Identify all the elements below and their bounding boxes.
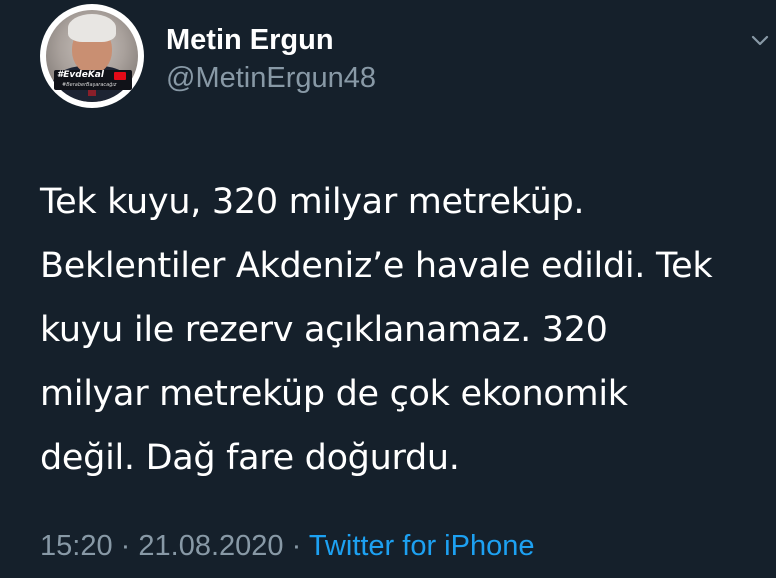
display-name[interactable]: Metin Ergun [166, 24, 334, 57]
tweet-text-line: Tek kuyu, 320 milyar metreküp. [40, 182, 585, 222]
avatar[interactable]: #EvdeKal #BeraberBaşaracağız [40, 4, 144, 108]
tweet-text-line: Beklentiler Akdeniz’e havale edildi. Tek [40, 246, 713, 286]
tweet-text-line: milyar metreküp de çok ekonomik [40, 374, 628, 414]
tweet-source-link[interactable]: Twitter for iPhone [309, 530, 535, 562]
meta-separator: · [291, 530, 302, 562]
meta-separator: · [120, 530, 131, 562]
avatar-badge-subtext: #BeraberBaşaracağız [62, 82, 117, 88]
chevron-down-icon[interactable] [750, 30, 770, 50]
turkish-flag-icon [114, 72, 126, 80]
avatar-hair [68, 14, 116, 42]
tweet-time[interactable]: 15:20 [40, 530, 113, 562]
avatar-badge-text: #EvdeKal [57, 70, 104, 80]
tweet: #EvdeKal #BeraberBaşaracağız Metin Ergun… [0, 0, 776, 578]
tweet-text-line: kuyu ile rezerv açıklanamaz. 320 [40, 310, 608, 350]
tweet-date[interactable]: 21.08.2020 [138, 530, 283, 562]
tweet-text: Tek kuyu, 320 milyar metreküp. Beklentile… [40, 170, 776, 490]
tweet-meta: 15:20 · 21.08.2020 · Twitter for iPhone [40, 530, 534, 563]
tweet-text-line: değil. Dağ fare doğurdu. [40, 438, 460, 478]
user-handle[interactable]: @MetinErgun48 [166, 62, 376, 95]
